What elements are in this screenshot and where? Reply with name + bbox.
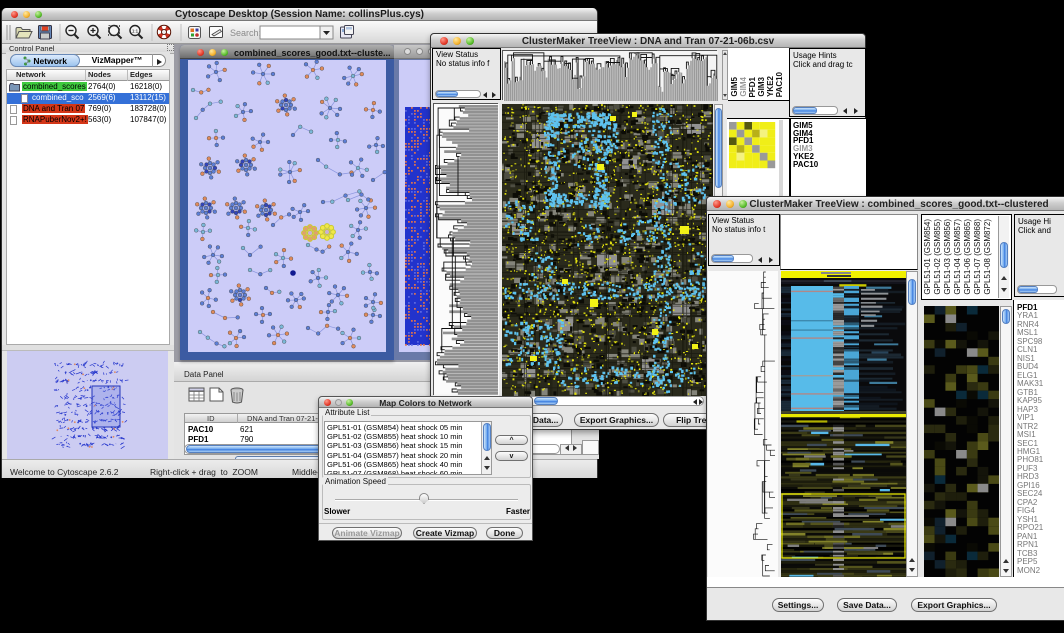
svg-text:1:1: 1:1 (132, 29, 139, 34)
svg-text:Search:: Search: (230, 28, 261, 38)
